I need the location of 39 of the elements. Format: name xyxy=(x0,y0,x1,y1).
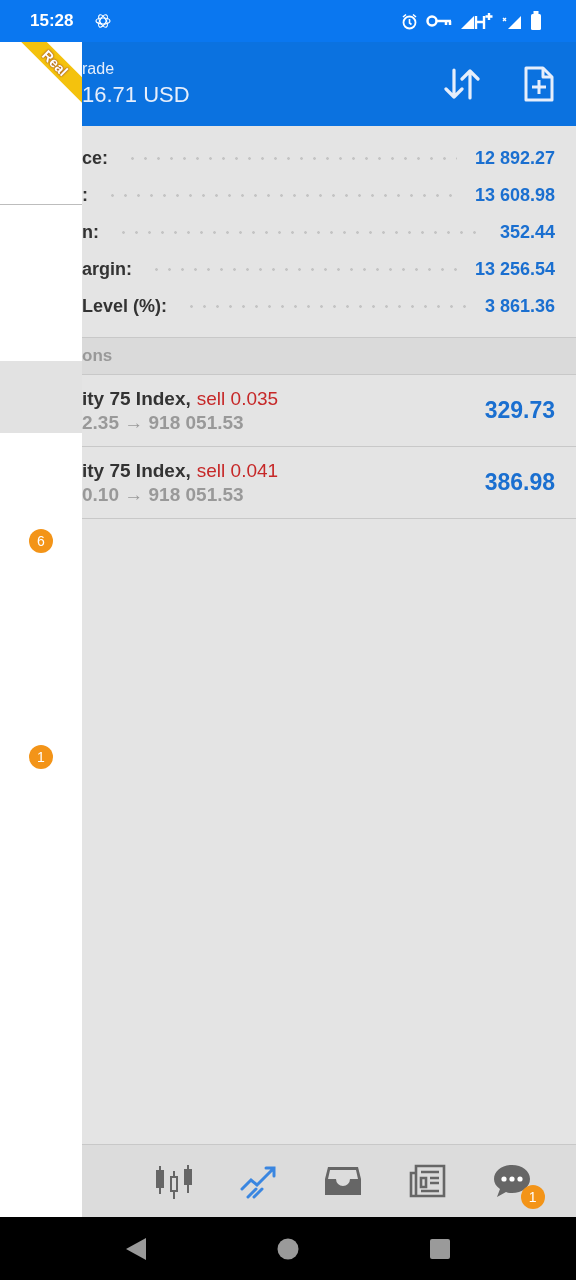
summary-value: 13 608.98 xyxy=(474,185,555,206)
recent-apps-icon[interactable] xyxy=(429,1237,451,1260)
account-balance: 16.71 USD xyxy=(82,82,190,108)
back-icon[interactable] xyxy=(125,1236,147,1261)
counter-badge: 1 xyxy=(29,745,53,769)
newspaper-tab[interactable] xyxy=(408,1163,447,1199)
sort-arrows-icon[interactable] xyxy=(444,67,480,101)
key-icon xyxy=(426,14,452,28)
counter-badge: 6 xyxy=(29,529,53,553)
position-prices: 2.35 → 918 051.53 xyxy=(82,411,244,434)
position-order: sell 0.035 xyxy=(196,387,279,410)
position-symbol: ity 75 Index, xyxy=(82,387,191,410)
account-name: rade xyxy=(82,60,115,78)
home-icon[interactable] xyxy=(277,1237,299,1260)
position-order: sell 0.041 xyxy=(196,459,279,482)
battery-icon xyxy=(530,11,542,31)
new-order-icon[interactable] xyxy=(524,66,554,102)
notification-badge: 1 xyxy=(520,1185,545,1209)
summary-value: 352.44 xyxy=(499,222,555,243)
summary-value: 12 892.27 xyxy=(474,148,555,169)
signal-icon xyxy=(460,12,494,30)
position-profit: 329.73 xyxy=(484,397,555,424)
section-title: ons xyxy=(82,346,113,366)
alarm-icon xyxy=(401,12,418,30)
summary-label: n: xyxy=(82,222,99,243)
position-row[interactable]: ity 75 Index, sell 0.041 0.10 → 918 051.53 386.98 xyxy=(82,447,576,519)
summary-label: : xyxy=(82,185,88,206)
position-symbol: ity 75 Index, xyxy=(82,459,191,482)
position-profit: 386.98 xyxy=(484,469,555,496)
clock-time: 15:28 xyxy=(30,11,74,31)
summary-label: argin: xyxy=(82,259,132,280)
summary-value: 13 256.54 xyxy=(474,259,555,280)
summary-value: 3 861.36 xyxy=(484,296,555,317)
candlestick-tab[interactable] xyxy=(155,1163,194,1199)
summary-label: ce: xyxy=(82,148,108,169)
position-prices: 0.10 → 918 051.53 xyxy=(82,483,244,506)
summary-label: Level (%): xyxy=(82,296,168,317)
position-row[interactable]: ity 75 Index, sell 0.035 2.35 → 918 051.53 329.73 xyxy=(82,375,576,447)
atom-icon xyxy=(95,13,112,29)
